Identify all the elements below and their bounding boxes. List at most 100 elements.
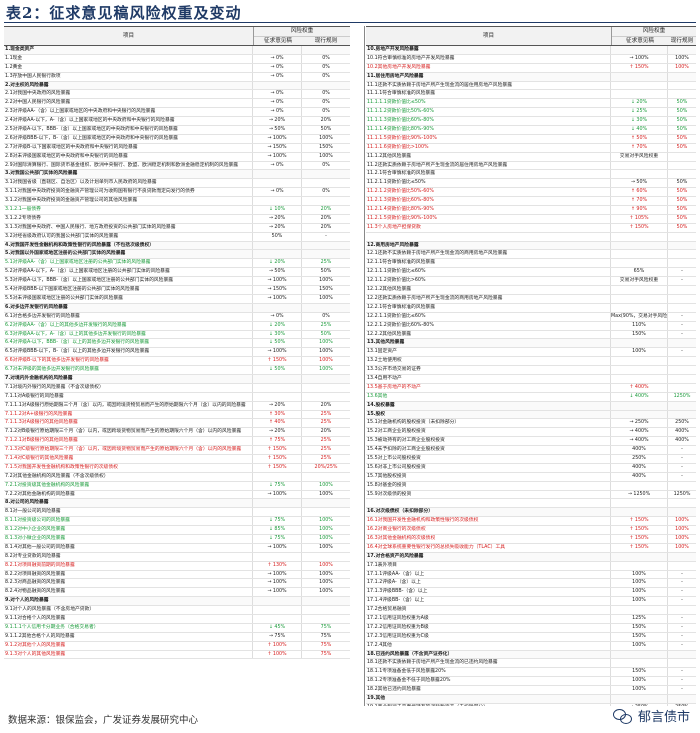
row-current-weight: 100%: [301, 277, 350, 286]
row-draft-weight: [610, 374, 667, 383]
table-row: 3.1.1对我国中央政府投资的金融资产管理公司为收购国有银行不良贷款而定向发行的…: [4, 188, 350, 198]
table-row: 17.2.1信用证风险权重为A级 125% -: [366, 615, 696, 624]
row-current-weight: [301, 383, 350, 392]
table-row: [366, 232, 696, 242]
header-current: 现行规则: [314, 38, 338, 44]
row-draft-weight: → 20%: [252, 214, 301, 223]
row-item: 17.对合格资产的风险暴露: [367, 553, 424, 559]
row-item: 5.4对评级BBB-以下国家或地区注册的公共部门实体的风险暴露: [5, 287, 140, 293]
row-draft-weight: [252, 197, 301, 206]
row-current-weight: 0%: [301, 188, 350, 197]
row-draft-weight: → 400%: [610, 428, 667, 437]
row-item: [366, 499, 610, 507]
table-row: 9.1.1.1个人信用卡分期业务（合格交易者） ↓ 45% 75%: [4, 623, 350, 633]
row-item: 2.7对评级B-以下国家或地区的中央政府和中央银行的风险暴露: [5, 144, 138, 150]
table-row: 11.1.1.2贷款价值比50%-60% ↓ 25% 50%: [366, 108, 696, 118]
table-row: 2.1对我国中央政府的风险暴露 → 0% 0%: [4, 90, 350, 100]
table-row: 12.1.1符合审慎标准的风险暴露: [366, 259, 696, 269]
row-item: 12.2还款实质依赖于房地产所产生现金流的商用房地产风险暴露: [367, 295, 503, 301]
row-current-weight: -: [667, 463, 696, 472]
row-current-weight: 0%: [301, 108, 350, 117]
row-draft-weight: ↓ 75%: [252, 517, 301, 526]
row-item: 7.1对境内外银行的风险暴露（不含次级债权）: [5, 384, 104, 390]
row-draft-weight: [610, 339, 667, 348]
table-row: 16.4对全球系统重要性银行发行的总损失吸收能力（TLAC）工具 ↑ 150% 10…: [366, 543, 696, 553]
table-row: 11.2.1.4贷款价值比80%-90% ↑ 90% 50%: [366, 206, 696, 215]
row-draft-weight: [610, 90, 667, 99]
row-draft-weight: → 1250%: [610, 490, 667, 499]
row-current-weight: 100%: [301, 481, 350, 490]
row-draft-weight: → 100%: [252, 570, 301, 579]
table-row: 3.对我国公共部门实体的风险暴露: [4, 170, 350, 180]
table-row: 11.2.1符合审慎标准的风险暴露: [366, 170, 696, 180]
row-current-weight: 0%: [301, 72, 350, 81]
table-row: [366, 499, 696, 509]
table-row: 18.2其他已违约风险暴露 100% -: [366, 686, 696, 696]
row-item: 4.对我国开发性金融机构和政策性银行的风险暴露（不包括次级债权）: [5, 242, 155, 248]
table-row: 17.对合格资产的风险暴露: [366, 552, 696, 562]
row-item: 12.2.2其他风险暴露: [367, 331, 412, 337]
row-current-weight: [667, 241, 696, 250]
row-current-weight: 50%: [667, 188, 696, 197]
row-draft-weight: [610, 410, 667, 419]
row-draft-weight: [252, 552, 301, 561]
row-current-weight: -: [667, 668, 696, 677]
row-item: 2.9对国际清算银行、国际货币基金组织、欧洲中央银行、欧盟、欧洲稳定机制和欧洲金…: [5, 162, 239, 168]
table-row: 3.1对我国省级（直辖区、自治区）以及计划单列市人民政府的风险暴露: [4, 179, 350, 189]
table-row: 3.1.2.1一般债券 ↓ 10% 20%: [4, 206, 350, 215]
row-draft-weight: [610, 659, 667, 668]
header-weight: 风险权重: [254, 27, 350, 37]
row-draft-weight: [610, 161, 667, 170]
row-item: 8.2.4对物品融资的风险暴露: [5, 589, 66, 595]
row-draft-weight: → 100%: [252, 490, 301, 499]
row-item: 7.2.2对其他金融机构的风险暴露: [5, 491, 75, 497]
row-current-weight: -: [667, 277, 696, 286]
row-current-weight: 100%: [301, 152, 350, 161]
table-row: 18.已违约风险暴露（不含资产证券化）: [366, 650, 696, 660]
table-row: 6.5对评级BBB-以下，B-（含）以上的其他多边开发银行的风险暴露 → 100%…: [4, 348, 350, 358]
table-row: 12.商用房地产风险暴露: [366, 241, 696, 251]
table-row: 8.1.3对小微企业的风险暴露 ↓ 75% 100%: [4, 534, 350, 544]
row-draft-weight: [252, 508, 301, 517]
row-draft-weight: 65%: [610, 268, 667, 277]
row-draft-weight: → 50%: [610, 179, 667, 188]
row-current-weight: [667, 499, 696, 508]
row-item: 13.5基于房地产的不动产: [367, 384, 421, 390]
row-current-weight: -: [667, 312, 696, 321]
row-item: 3.1.2.2专项债券: [5, 215, 41, 221]
table-row: 5.对我国以外国家或地区注册的公共部门实体的风险暴露: [4, 250, 350, 260]
row-current-weight: [667, 659, 696, 668]
row-current-weight: -: [667, 446, 696, 454]
row-current-weight: [301, 46, 350, 54]
row-draft-weight: [610, 72, 667, 81]
row-item: 7.1.1对A级银行的风险暴露: [5, 393, 64, 399]
row-draft-weight: ↑ 150%: [610, 223, 667, 232]
row-item: 12.2.1.2贷款价值比60%-80%: [367, 322, 434, 328]
row-item: 16.4对全球系统重要性银行发行的总损失吸收能力（TLAC）工具: [367, 544, 506, 550]
row-draft-weight: → 100%: [252, 588, 301, 597]
table-row: 11.1.2其他风险暴露 交易对手风险权重: [366, 152, 696, 162]
table-row: 7.1.4对C级银行的其他风险暴露 ↑ 150% 25%: [4, 454, 350, 464]
row-item: 18.1还款不实质依赖于房地产所产生现金流的已违约风险暴露: [367, 660, 498, 666]
row-current-weight: 100%: [301, 570, 350, 579]
row-current-weight: 100%: [301, 339, 350, 348]
row-current-weight: 20%/25%: [301, 463, 350, 472]
row-item: 5.1对评级AA-（含）以上国家或地区注册的公共部门实体的风险暴露: [5, 260, 151, 266]
row-draft-weight: ↑ 90%: [610, 206, 667, 214]
table-row: 8.1.2对中小企业的风险暴露 ↓ 85% 100%: [4, 526, 350, 535]
row-current-weight: [667, 170, 696, 179]
row-current-weight: -: [667, 615, 696, 623]
row-current-weight: 20%: [301, 206, 350, 214]
row-current-weight: 50%: [667, 134, 696, 143]
row-current-weight: 100%: [667, 526, 696, 534]
table-row: 4.对我国开发性金融机构和政策性银行的风险暴露（不包括次级债权）: [4, 241, 350, 251]
row-current-weight: 50%: [301, 126, 350, 134]
row-draft-weight: ↓ 50%: [252, 339, 301, 348]
table-row: 18.1还款不实质依赖于房地产所产生现金流的已违约风险暴露: [366, 659, 696, 669]
row-current-weight: [667, 410, 696, 419]
table-row: 17.1表外项目: [366, 561, 696, 571]
row-item: 9.1.2对其他个人的风险暴露: [5, 642, 66, 648]
row-draft-weight: 100%: [610, 579, 667, 588]
table-row: 6.1对合格多边开发银行的风险暴露 → 0% 0%: [4, 312, 350, 322]
table-row: 12.2还款实质依赖于房地产所产生现金流的商用房地产风险暴露: [366, 294, 696, 304]
